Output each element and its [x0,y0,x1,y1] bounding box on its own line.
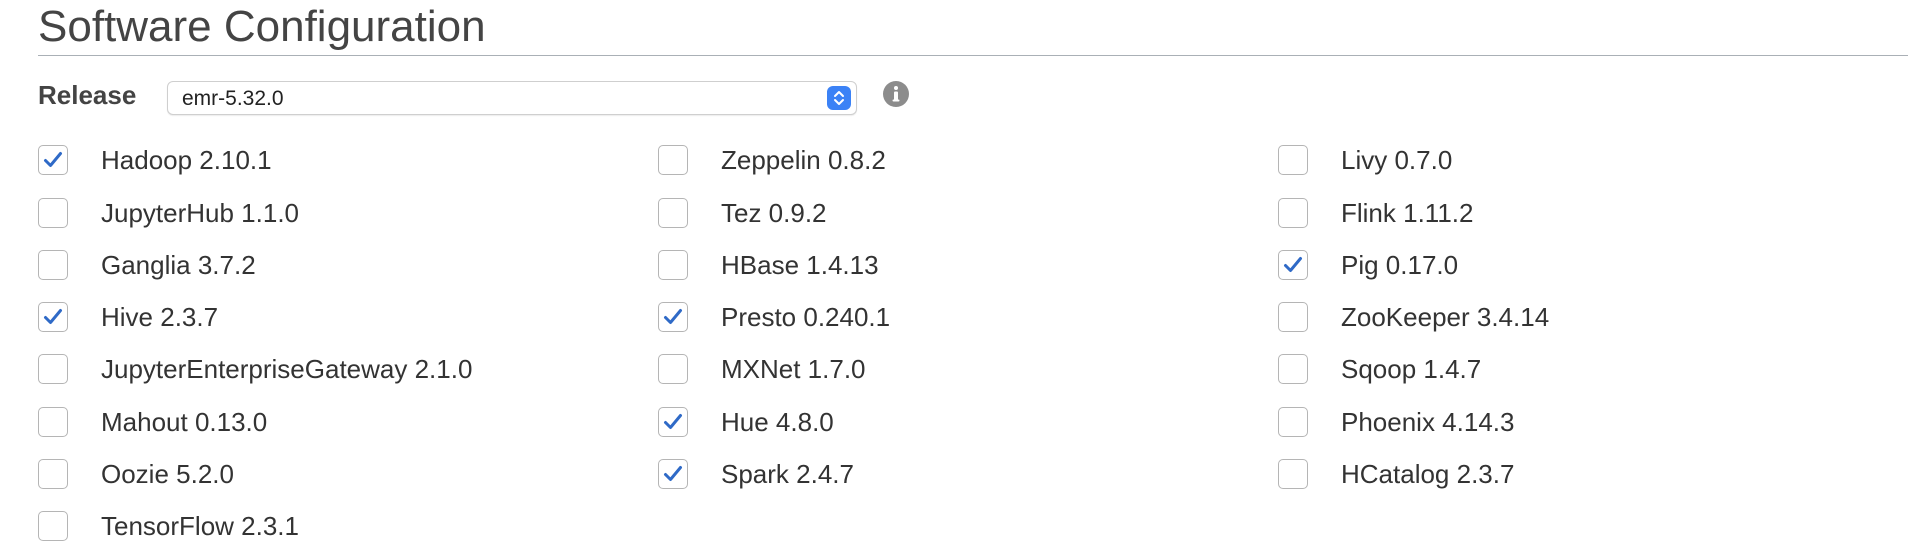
release-label: Release [38,80,137,110]
section-title: Software Configuration [38,2,486,51]
chevron-updown-icon [827,86,851,110]
application-checkbox[interactable] [658,302,688,332]
application-option[interactable]: Livy 0.7.0 [1278,145,1838,181]
application-option[interactable]: Flink 1.11.2 [1278,198,1838,234]
application-option[interactable]: Hive 2.3.7 [38,302,598,338]
application-label[interactable]: ZooKeeper 3.4.14 [1341,302,1549,332]
checkmark-icon [664,466,682,481]
application-label[interactable]: Ganglia 3.7.2 [101,250,256,280]
application-option[interactable]: Sqoop 1.4.7 [1278,354,1838,390]
application-label[interactable]: JupyterHub 1.1.0 [101,198,299,228]
application-option[interactable]: Tez 0.9.2 [658,198,1218,234]
application-option[interactable]: JupyterEnterpriseGateway 2.1.0 [38,354,598,390]
application-checkbox[interactable] [38,459,68,489]
application-checkbox[interactable] [658,459,688,489]
application-label[interactable]: Livy 0.7.0 [1341,145,1452,175]
application-label[interactable]: Zeppelin 0.8.2 [721,145,886,175]
application-checkbox[interactable] [1278,354,1308,384]
checkmark-icon [664,414,682,429]
checkmark-icon [44,309,62,324]
application-label[interactable]: HBase 1.4.13 [721,250,879,280]
application-checkbox[interactable] [658,198,688,228]
application-option[interactable]: Presto 0.240.1 [658,302,1218,338]
application-option[interactable]: HBase 1.4.13 [658,250,1218,286]
application-label[interactable]: Hue 4.8.0 [721,407,834,437]
application-option[interactable]: HCatalog 2.3.7 [1278,459,1838,495]
application-checkbox[interactable] [658,407,688,437]
application-checkbox[interactable] [38,145,68,175]
application-option[interactable]: Pig 0.17.0 [1278,250,1838,286]
application-option[interactable]: Hadoop 2.10.1 [38,145,598,181]
application-label[interactable]: Sqoop 1.4.7 [1341,354,1481,384]
application-label[interactable]: Oozie 5.2.0 [101,459,234,489]
application-option[interactable]: Oozie 5.2.0 [38,459,598,495]
application-checkbox[interactable] [38,198,68,228]
application-option[interactable]: MXNet 1.7.0 [658,354,1218,390]
checkmark-icon [664,309,682,324]
application-checkbox[interactable] [38,511,68,541]
application-checkbox[interactable] [1278,250,1308,280]
application-checkbox[interactable] [38,407,68,437]
application-option[interactable]: JupyterHub 1.1.0 [38,198,598,234]
application-checkbox[interactable] [38,354,68,384]
application-option[interactable]: Hue 4.8.0 [658,407,1218,443]
application-checkbox[interactable] [1278,198,1308,228]
application-label[interactable]: Tez 0.9.2 [721,198,827,228]
application-label[interactable]: Presto 0.240.1 [721,302,890,332]
application-option[interactable]: Spark 2.4.7 [658,459,1218,495]
application-checkbox[interactable] [1278,302,1308,332]
application-checkbox[interactable] [1278,145,1308,175]
checkmark-icon [44,152,62,167]
application-label[interactable]: Phoenix 4.14.3 [1341,407,1514,437]
application-checkbox[interactable] [38,302,68,332]
application-label[interactable]: Hadoop 2.10.1 [101,145,272,175]
application-option[interactable]: Ganglia 3.7.2 [38,250,598,286]
title-divider [38,55,1908,56]
checkmark-icon [1284,257,1302,272]
application-checkbox[interactable] [658,250,688,280]
application-label[interactable]: Flink 1.11.2 [1341,198,1473,228]
application-label[interactable]: TensorFlow 2.3.1 [101,511,299,541]
application-option[interactable]: Phoenix 4.14.3 [1278,407,1838,443]
application-label[interactable]: MXNet 1.7.0 [721,354,866,384]
application-label[interactable]: Spark 2.4.7 [721,459,854,489]
application-label[interactable]: HCatalog 2.3.7 [1341,459,1514,489]
application-checkbox[interactable] [1278,407,1308,437]
application-option[interactable]: Mahout 0.13.0 [38,407,598,443]
release-select[interactable]: emr-5.32.0 [167,81,857,115]
application-label[interactable]: Mahout 0.13.0 [101,407,267,437]
application-option[interactable]: Zeppelin 0.8.2 [658,145,1218,181]
application-checkbox[interactable] [38,250,68,280]
application-checkbox[interactable] [658,145,688,175]
application-checkbox[interactable] [658,354,688,384]
application-label[interactable]: Hive 2.3.7 [101,302,218,332]
application-option[interactable]: ZooKeeper 3.4.14 [1278,302,1838,338]
application-label[interactable]: Pig 0.17.0 [1341,250,1458,280]
info-circle-icon[interactable] [882,80,910,108]
application-option[interactable]: TensorFlow 2.3.1 [38,511,598,547]
application-label[interactable]: JupyterEnterpriseGateway 2.1.0 [101,354,472,384]
application-checkbox[interactable] [1278,459,1308,489]
release-select-value: emr-5.32.0 [182,87,284,110]
